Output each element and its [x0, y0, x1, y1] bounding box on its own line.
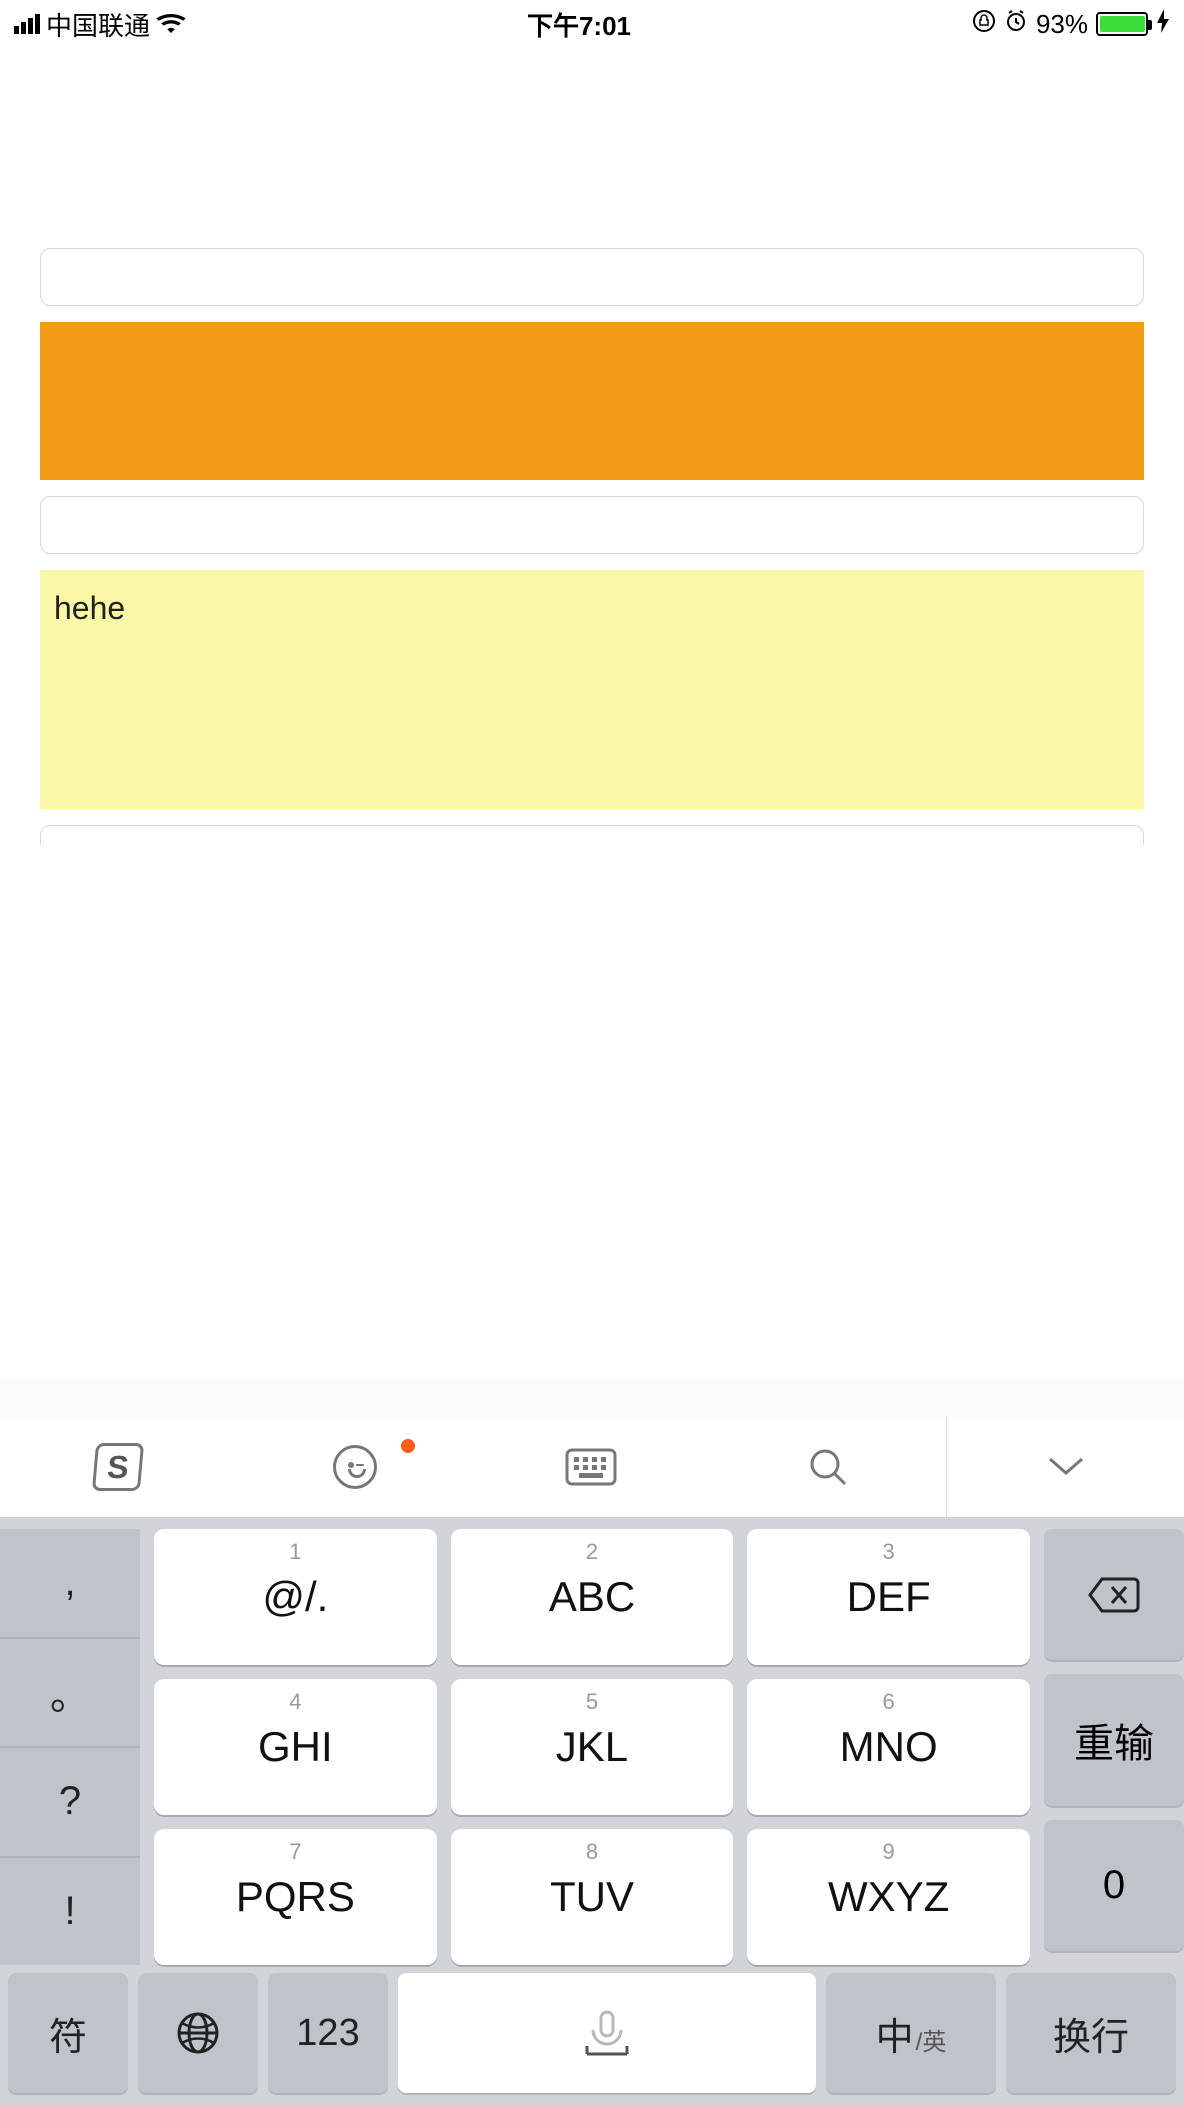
key-globe[interactable]: [138, 1973, 258, 2093]
carrier-label: 中国联通: [46, 6, 150, 43]
backspace-icon: [1086, 1575, 1142, 1615]
key-numbers[interactable]: 123: [268, 1973, 388, 2093]
keyboard-keys-area: , 。 ? ! 1@/. 2ABC 3DEF 4GHI 5JKL 6MNO 7P…: [0, 1517, 1184, 1965]
key-2[interactable]: 2ABC: [451, 1529, 734, 1665]
dismiss-keyboard-button[interactable]: [946, 1417, 1184, 1517]
status-left: 中国联通: [14, 6, 186, 43]
battery-pct: 93%: [1036, 9, 1088, 40]
key-6[interactable]: 6MNO: [747, 1679, 1030, 1815]
key-enter[interactable]: 换行: [1006, 1973, 1176, 2093]
key-7[interactable]: 7PQRS: [154, 1829, 437, 1965]
status-right: 93%: [972, 9, 1170, 40]
keyboard-right-column: 重输 0: [1044, 1529, 1184, 1965]
key-period[interactable]: 。: [0, 1638, 140, 1748]
keyboard-left-column: , 。 ? !: [0, 1529, 140, 1965]
keyboard-main-grid: 1@/. 2ABC 3DEF 4GHI 5JKL 6MNO 7PQRS 8TUV…: [140, 1529, 1044, 1965]
key-5[interactable]: 5JKL: [451, 1679, 734, 1815]
key-question[interactable]: ?: [0, 1747, 140, 1857]
status-bar: 中国联通 下午7:01 93%: [0, 0, 1184, 48]
keyboard-icon: [565, 1448, 617, 1486]
emoji-button[interactable]: [237, 1417, 474, 1517]
key-exclaim[interactable]: !: [0, 1857, 140, 1966]
sogou-button[interactable]: S: [0, 1417, 237, 1517]
key-backspace[interactable]: [1044, 1529, 1184, 1660]
key-space[interactable]: [398, 1973, 816, 2093]
key-zero[interactable]: 0: [1044, 1820, 1184, 1951]
key-language[interactable]: 中/英: [826, 1973, 996, 2093]
chevron-down-icon: [1046, 1455, 1086, 1479]
key-retype[interactable]: 重输: [1044, 1674, 1184, 1805]
alarm-icon: [1004, 9, 1028, 40]
yellow-text: hehe: [54, 590, 125, 626]
signal-icon: [14, 14, 40, 34]
keyboard-bottom-row: 符 123 中/英 换行: [0, 1965, 1184, 2105]
charging-icon: [1156, 9, 1170, 40]
orientation-lock-icon: [972, 9, 996, 40]
status-time: 下午7:01: [527, 6, 631, 43]
orange-block[interactable]: [40, 322, 1144, 480]
keyboard: S , 。 ? ! 1@/. 2ABC 3DEF 4GHI 5JKL 6M: [0, 1379, 1184, 2105]
keyboard-suggestion-strip[interactable]: [0, 1379, 1184, 1417]
text-field-1[interactable]: [40, 248, 1144, 306]
key-9[interactable]: 9WXYZ: [747, 1829, 1030, 1965]
yellow-textarea[interactable]: hehe: [40, 570, 1144, 809]
notification-dot-icon: [401, 1439, 415, 1453]
keyboard-layout-button[interactable]: [473, 1417, 710, 1517]
text-field-3[interactable]: [40, 825, 1144, 845]
battery-icon: [1096, 12, 1148, 36]
key-1[interactable]: 1@/.: [154, 1529, 437, 1665]
sogou-icon: S: [92, 1443, 144, 1491]
key-comma[interactable]: ,: [0, 1529, 140, 1638]
key-3[interactable]: 3DEF: [747, 1529, 1030, 1665]
content-area: hehe: [0, 48, 1184, 845]
wifi-icon: [156, 9, 186, 40]
keyboard-toolbar: S: [0, 1417, 1184, 1517]
globe-icon: [175, 2010, 221, 2056]
search-button[interactable]: [710, 1417, 947, 1517]
text-field-2[interactable]: [40, 496, 1144, 554]
key-symbols[interactable]: 符: [8, 1973, 128, 2093]
search-icon: [807, 1446, 849, 1488]
key-4[interactable]: 4GHI: [154, 1679, 437, 1815]
key-8[interactable]: 8TUV: [451, 1829, 734, 1965]
mic-icon: [577, 2008, 637, 2058]
smiley-icon: [333, 1445, 377, 1489]
